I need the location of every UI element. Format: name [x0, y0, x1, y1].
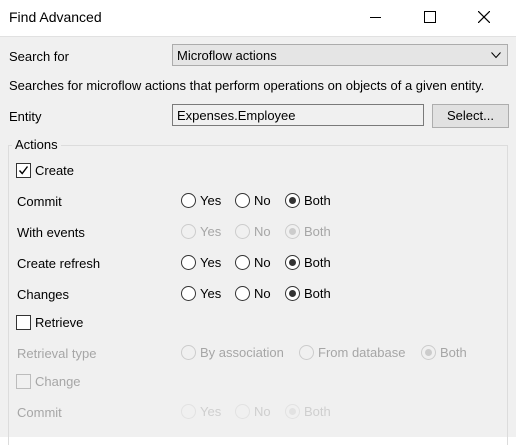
- with-events-label: With events: [17, 225, 85, 240]
- change-label: Change: [35, 374, 81, 389]
- commit-both-radio[interactable]: [285, 193, 300, 208]
- change-commit-both-radio[interactable]: [285, 404, 300, 419]
- change-commit-yes-label: Yes: [200, 404, 222, 419]
- create-refresh-both-label: Both: [304, 255, 331, 270]
- retrieval-both-radio[interactable]: [421, 345, 436, 360]
- change-commit-no-label: No: [254, 404, 271, 419]
- retrieval-both-label: Both: [440, 345, 467, 360]
- maximize-button[interactable]: [408, 0, 454, 35]
- commit-no-radio[interactable]: [235, 193, 250, 208]
- create-label: Create: [35, 163, 75, 178]
- create-refresh-yes-label: Yes: [200, 255, 222, 270]
- commit-no-label: No: [254, 193, 271, 208]
- title-bar: Find Advanced: [0, 0, 516, 35]
- window-title: Find Advanced: [9, 9, 102, 25]
- commit-both-label: Both: [304, 193, 331, 208]
- entity-label: Entity: [9, 109, 42, 124]
- from-database-label: From database: [318, 345, 406, 360]
- checkmark-icon: [18, 166, 29, 175]
- with-events-no-label: No: [254, 224, 271, 239]
- create-refresh-both-radio[interactable]: [285, 255, 300, 270]
- commit-yes-label: Yes: [200, 193, 222, 208]
- change-commit-yes-radio[interactable]: [181, 404, 196, 419]
- with-events-yes-radio[interactable]: [181, 224, 196, 239]
- change-commit-no-radio[interactable]: [235, 404, 250, 419]
- search-for-label: Search for: [9, 49, 69, 64]
- with-events-both-label: Both: [304, 224, 331, 239]
- change-commit-both-label: Both: [304, 404, 331, 419]
- select-entity-button[interactable]: Select...: [432, 104, 509, 128]
- create-checkbox[interactable]: [16, 163, 31, 178]
- search-for-value: Microflow actions: [177, 48, 277, 63]
- change-commit-label: Commit: [17, 405, 62, 420]
- changes-yes-radio[interactable]: [181, 286, 196, 301]
- commit-yes-radio[interactable]: [181, 193, 196, 208]
- changes-both-label: Both: [304, 286, 331, 301]
- chevron-down-icon: [491, 52, 501, 59]
- retrieval-type-label: Retrieval type: [17, 346, 97, 361]
- changes-both-radio[interactable]: [285, 286, 300, 301]
- from-database-radio[interactable]: [299, 345, 314, 360]
- changes-yes-label: Yes: [200, 286, 222, 301]
- commit-label: Commit: [17, 194, 62, 209]
- create-refresh-label: Create refresh: [17, 256, 101, 271]
- change-checkbox[interactable]: [16, 374, 31, 389]
- close-icon: [478, 11, 490, 23]
- minimize-icon: [370, 17, 381, 18]
- minimize-button[interactable]: [354, 0, 400, 35]
- by-association-label: By association: [200, 345, 284, 360]
- close-button[interactable]: [462, 0, 508, 35]
- actions-group-title: Actions: [12, 137, 61, 152]
- create-refresh-no-label: No: [254, 255, 271, 270]
- with-events-no-radio[interactable]: [235, 224, 250, 239]
- search-for-dropdown[interactable]: Microflow actions: [172, 44, 508, 66]
- by-association-radio[interactable]: [181, 345, 196, 360]
- create-refresh-no-radio[interactable]: [235, 255, 250, 270]
- changes-no-radio[interactable]: [235, 286, 250, 301]
- search-description: Searches for microflow actions that perf…: [9, 78, 485, 93]
- with-events-yes-label: Yes: [200, 224, 222, 239]
- changes-no-label: No: [254, 286, 271, 301]
- create-refresh-yes-radio[interactable]: [181, 255, 196, 270]
- maximize-icon: [424, 11, 436, 23]
- with-events-both-radio[interactable]: [285, 224, 300, 239]
- entity-value: Expenses.Employee: [177, 108, 296, 123]
- retrieve-label: Retrieve: [35, 315, 84, 330]
- changes-label: Changes: [17, 287, 70, 302]
- entity-field[interactable]: Expenses.Employee: [172, 104, 424, 126]
- retrieve-checkbox[interactable]: [16, 315, 31, 330]
